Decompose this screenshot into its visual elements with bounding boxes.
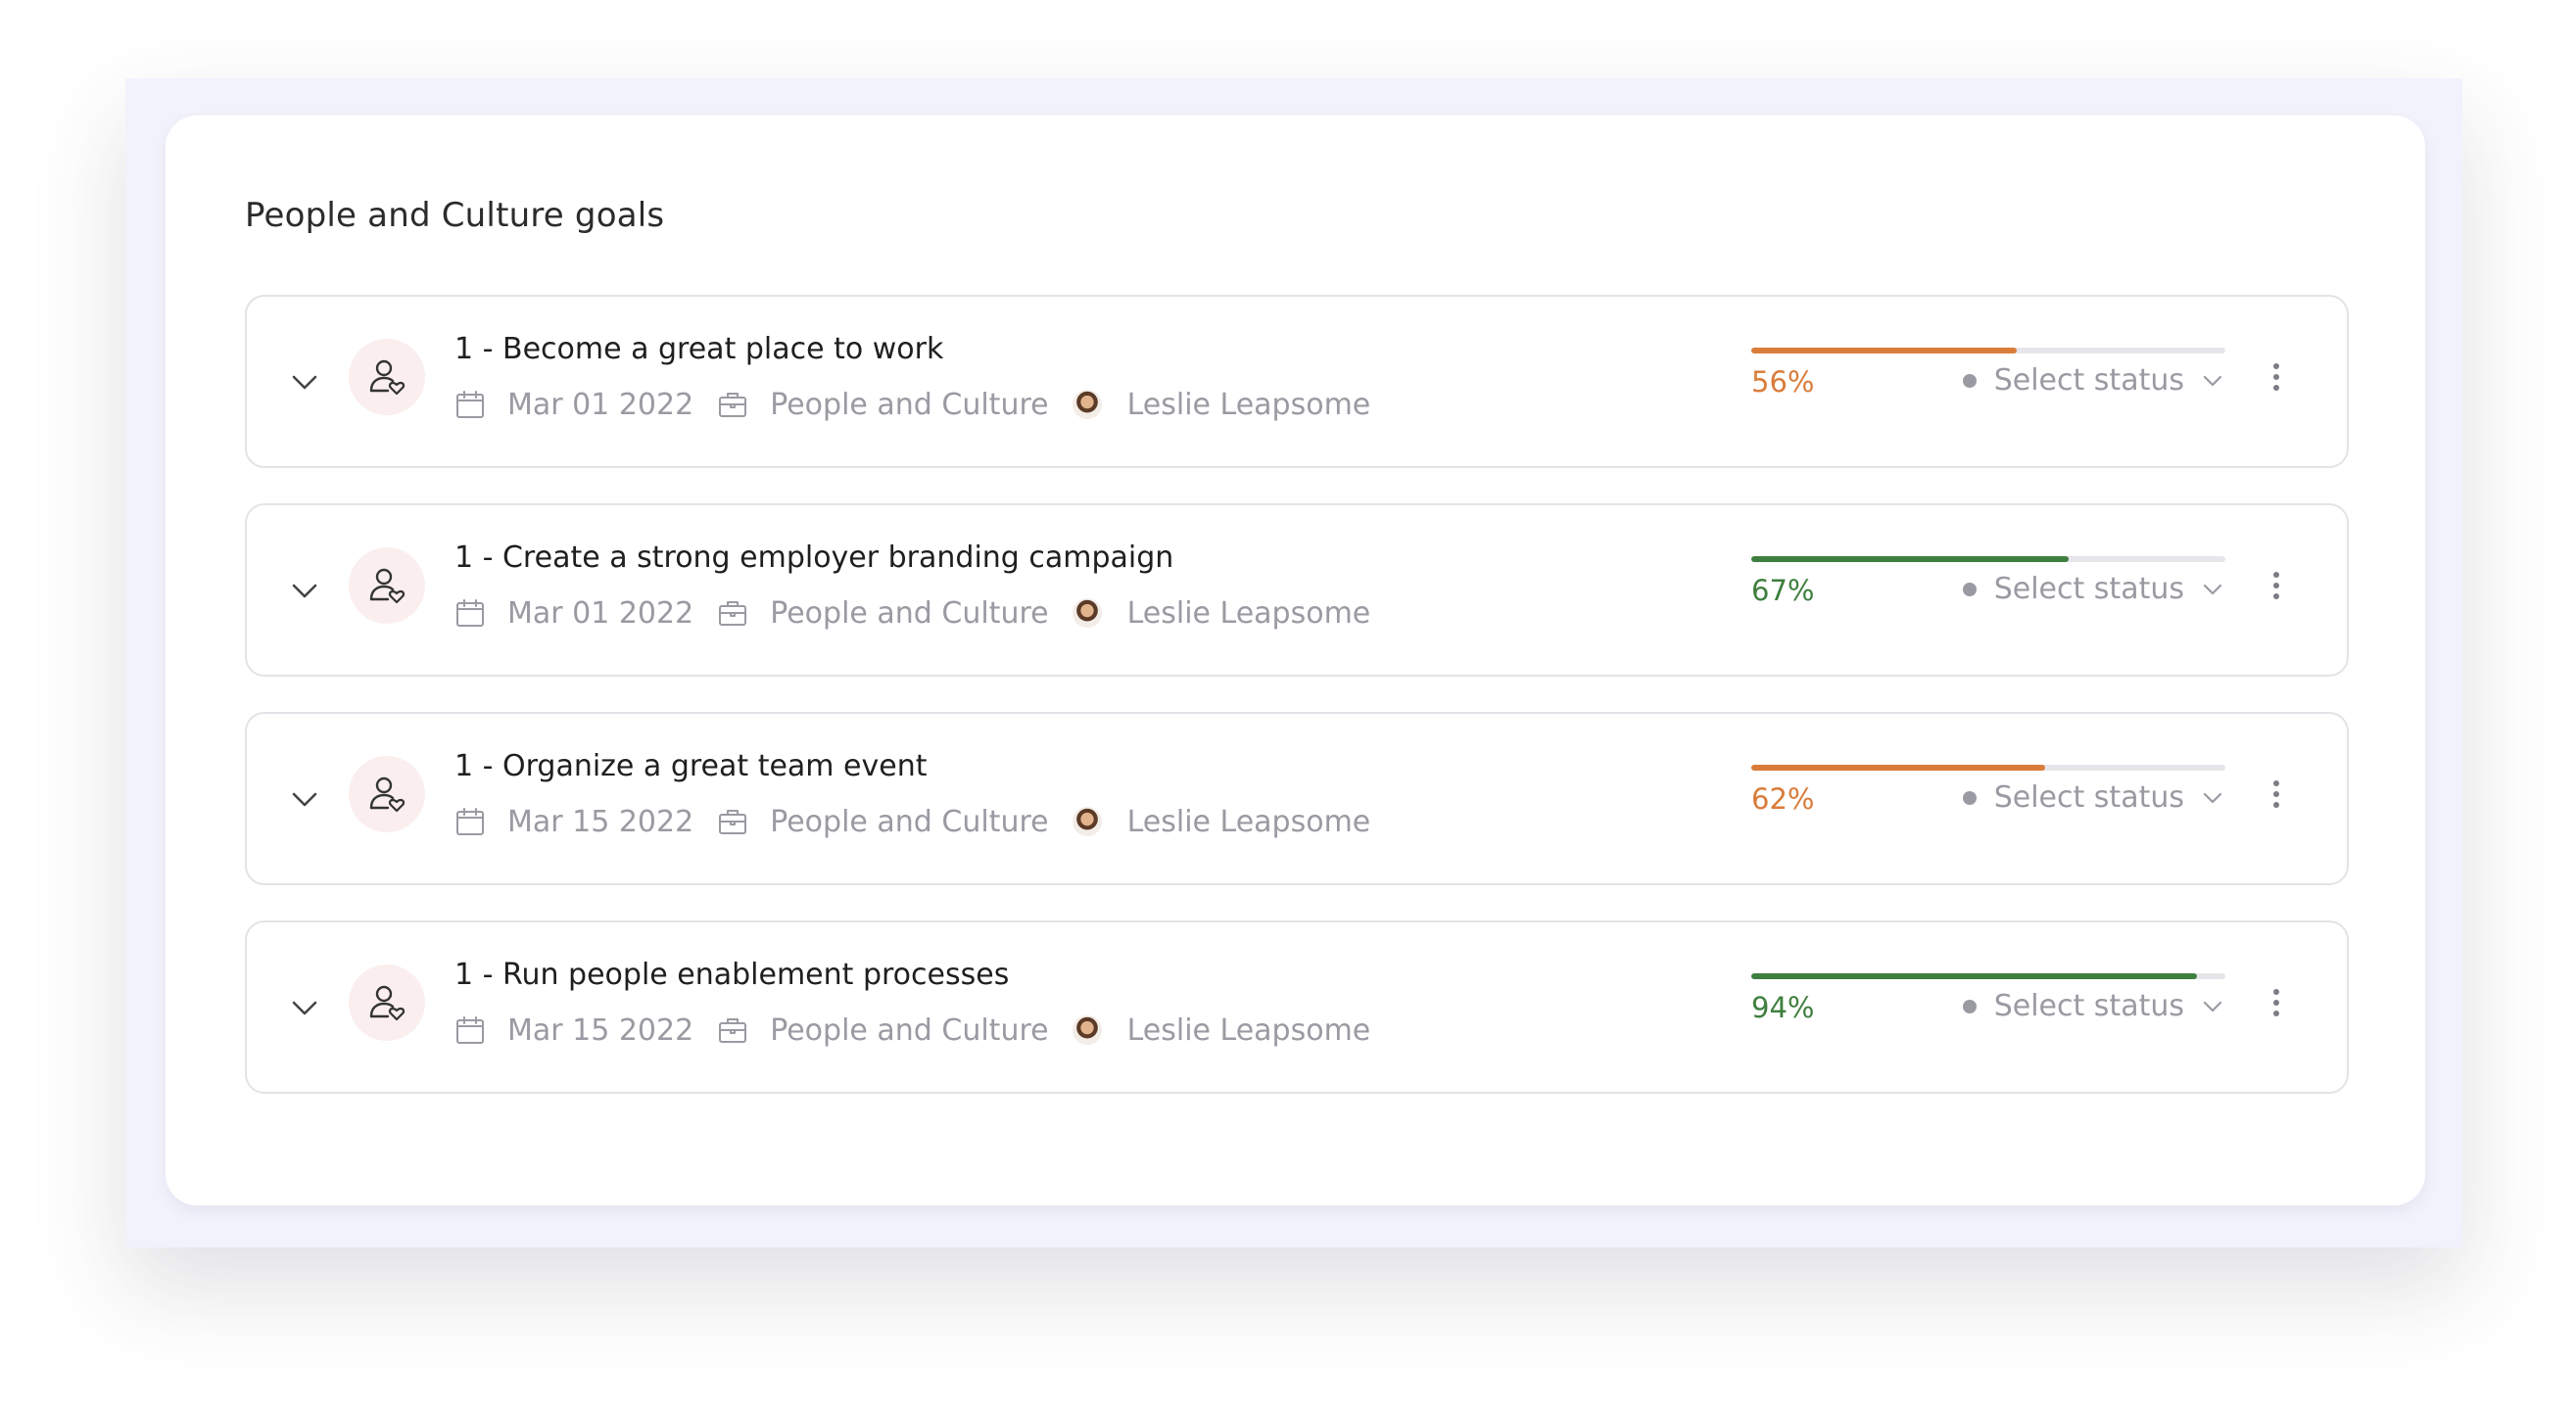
chevron-down-icon bbox=[2203, 1001, 2222, 1012]
calendar-icon bbox=[456, 391, 484, 418]
goal-title[interactable]: 1 - Run people enablement processes bbox=[454, 958, 1009, 992]
chevron-down-icon[interactable] bbox=[288, 365, 321, 399]
goal-title[interactable]: 1 - Create a strong employer branding ca… bbox=[454, 541, 1173, 575]
goal-row[interactable]: 1 - Create a strong employer branding ca… bbox=[245, 503, 2349, 677]
more-vertical-icon[interactable] bbox=[2268, 780, 2284, 816]
goal-owner[interactable]: Leslie Leapsome bbox=[1127, 805, 1371, 839]
goal-owner[interactable]: Leslie Leapsome bbox=[1127, 1013, 1371, 1048]
status-select[interactable]: Select status bbox=[1962, 989, 2225, 1023]
more-vertical-icon[interactable] bbox=[2268, 989, 2284, 1024]
progress-percent: 67% bbox=[1751, 574, 1815, 607]
avatar bbox=[1072, 598, 1102, 628]
progress-fill bbox=[1751, 348, 2018, 353]
card-title: People and Culture goals bbox=[245, 196, 665, 235]
goal-meta: Mar 15 2022 People and Culture Leslie Le… bbox=[454, 1011, 1394, 1050]
progress-percent: 94% bbox=[1751, 991, 1815, 1024]
goal-row[interactable]: 1 - Organize a great team event Mar 15 2… bbox=[245, 712, 2349, 885]
calendar-icon bbox=[456, 808, 484, 835]
goal-date: Mar 01 2022 bbox=[507, 595, 694, 631]
progress-percent: 56% bbox=[1751, 365, 1815, 399]
calendar-icon bbox=[456, 599, 484, 627]
progress: 62% Select status bbox=[1751, 765, 2225, 816]
goal-team[interactable]: People and Culture bbox=[770, 1013, 1048, 1048]
briefcase-icon bbox=[719, 601, 747, 626]
progress-percent: 62% bbox=[1751, 782, 1815, 816]
goal-title[interactable]: 1 - Organize a great team event bbox=[454, 749, 928, 783]
goal-meta: Mar 01 2022 People and Culture Leslie Le… bbox=[454, 385, 1394, 424]
goal-date: Mar 15 2022 bbox=[507, 1012, 694, 1048]
chevron-down-icon bbox=[2203, 792, 2222, 803]
status-dot bbox=[1962, 582, 1977, 596]
goal-owner[interactable]: Leslie Leapsome bbox=[1127, 388, 1371, 422]
status-select[interactable]: Select status bbox=[1962, 572, 2225, 606]
goal-team[interactable]: People and Culture bbox=[770, 388, 1048, 422]
goal-owner[interactable]: Leslie Leapsome bbox=[1127, 596, 1371, 631]
briefcase-icon bbox=[719, 810, 747, 834]
progress: 56% Select status bbox=[1751, 348, 2225, 399]
calendar-icon bbox=[456, 1016, 484, 1044]
progress-fill bbox=[1751, 973, 2197, 979]
chevron-down-icon[interactable] bbox=[288, 991, 321, 1024]
goal-team[interactable]: People and Culture bbox=[770, 596, 1048, 631]
goal-meta: Mar 01 2022 People and Culture Leslie Le… bbox=[454, 593, 1394, 633]
chevron-down-icon[interactable] bbox=[288, 574, 321, 607]
goal-date: Mar 15 2022 bbox=[507, 804, 694, 839]
more-vertical-icon[interactable] bbox=[2268, 572, 2284, 607]
progress-track bbox=[1751, 973, 2225, 979]
goal-row[interactable]: 1 - Run people enablement processes Mar … bbox=[245, 920, 2349, 1094]
status-dot bbox=[1962, 999, 1977, 1013]
chevron-down-icon[interactable] bbox=[288, 782, 321, 816]
status-dot bbox=[1962, 790, 1977, 805]
progress: 94% Select status bbox=[1751, 973, 2225, 1024]
chevron-down-icon bbox=[2203, 584, 2222, 594]
person-heart-icon bbox=[369, 359, 405, 396]
person-heart-icon bbox=[369, 985, 405, 1021]
goal-row[interactable]: 1 - Become a great place to work Mar 01 … bbox=[245, 295, 2349, 468]
progress: 67% Select status bbox=[1751, 556, 2225, 607]
person-heart-icon bbox=[369, 777, 405, 813]
goal-avatar bbox=[349, 547, 425, 624]
progress-fill bbox=[1751, 765, 2046, 771]
status-dot bbox=[1962, 373, 1977, 388]
briefcase-icon bbox=[719, 393, 747, 417]
goal-meta: Mar 15 2022 People and Culture Leslie Le… bbox=[454, 802, 1394, 841]
goal-list: 1 - Become a great place to work Mar 01 … bbox=[245, 295, 2349, 1129]
goal-avatar bbox=[349, 339, 425, 415]
progress-track bbox=[1751, 348, 2225, 353]
goal-team[interactable]: People and Culture bbox=[770, 805, 1048, 839]
chevron-down-icon bbox=[2203, 375, 2222, 386]
progress-track bbox=[1751, 765, 2225, 771]
avatar bbox=[1072, 1015, 1102, 1045]
person-heart-icon bbox=[369, 568, 405, 604]
goals-card: People and Culture goals 1 - Become a gr… bbox=[166, 116, 2425, 1205]
goal-date: Mar 01 2022 bbox=[507, 387, 694, 422]
status-label: Select status bbox=[1993, 572, 2184, 606]
progress-fill bbox=[1751, 556, 2070, 562]
goal-title[interactable]: 1 - Become a great place to work bbox=[454, 332, 943, 366]
goal-avatar bbox=[349, 756, 425, 832]
avatar bbox=[1072, 390, 1102, 419]
briefcase-icon bbox=[719, 1018, 747, 1043]
status-label: Select status bbox=[1993, 780, 2184, 815]
status-select[interactable]: Select status bbox=[1962, 780, 2225, 815]
status-label: Select status bbox=[1993, 363, 2184, 398]
more-vertical-icon[interactable] bbox=[2268, 363, 2284, 399]
status-select[interactable]: Select status bbox=[1962, 363, 2225, 398]
progress-track bbox=[1751, 556, 2225, 562]
avatar bbox=[1072, 807, 1102, 836]
status-label: Select status bbox=[1993, 989, 2184, 1023]
goal-avatar bbox=[349, 965, 425, 1041]
